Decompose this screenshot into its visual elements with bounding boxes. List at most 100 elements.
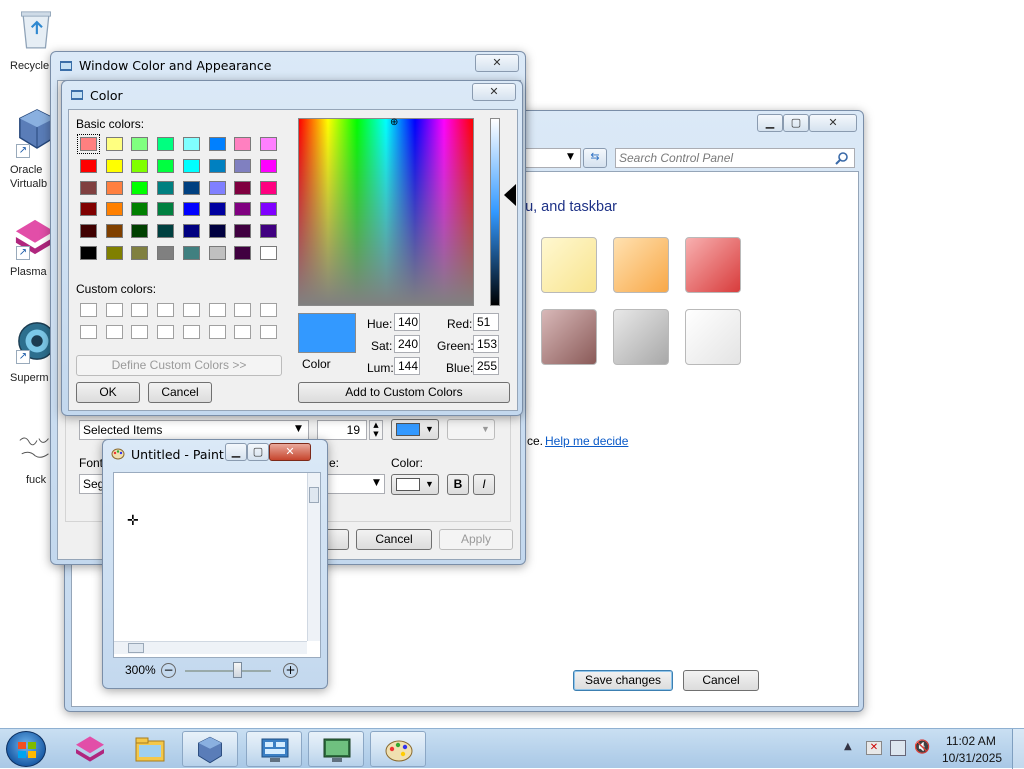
search-input[interactable]: Search Control Panel xyxy=(615,148,855,168)
custom-color-swatch[interactable] xyxy=(234,303,252,317)
custom-color-swatch[interactable] xyxy=(208,325,226,339)
basic-color-swatch[interactable] xyxy=(208,158,226,173)
zoom-slider-track[interactable] xyxy=(185,670,271,672)
taskbar-explorer[interactable] xyxy=(122,731,178,767)
basic-color-swatch[interactable] xyxy=(105,180,123,195)
search-icon[interactable] xyxy=(835,151,849,165)
green-input[interactable]: 153 xyxy=(473,335,499,353)
basic-color-swatch[interactable] xyxy=(131,246,149,260)
basic-color-swatch[interactable] xyxy=(77,134,100,154)
zoom-in-icon[interactable]: + xyxy=(283,663,298,678)
show-desktop-button[interactable] xyxy=(1012,729,1024,769)
scroll-thumb[interactable] xyxy=(309,487,319,503)
theme-tile-orange[interactable] xyxy=(613,237,669,293)
define-custom-colors-button[interactable]: Define Custom Colors >> xyxy=(76,355,282,376)
basic-color-swatch[interactable] xyxy=(259,246,277,260)
minimize-button[interactable]: ▁ xyxy=(225,443,247,461)
red-input[interactable]: 51 xyxy=(473,313,499,331)
custom-color-swatch[interactable] xyxy=(105,325,123,339)
basic-color-swatch[interactable] xyxy=(182,246,200,260)
custom-color-swatch[interactable] xyxy=(259,303,277,317)
theme-tile-brown[interactable] xyxy=(541,309,597,365)
basic-color-swatch[interactable] xyxy=(105,224,123,239)
maximize-button[interactable]: ▢ xyxy=(247,443,269,461)
font-color-picker[interactable]: ▼ xyxy=(391,474,439,495)
volume-muted-icon[interactable]: 🔇 xyxy=(914,740,930,755)
basic-color-swatch[interactable] xyxy=(208,137,226,151)
theme-tile-yellow[interactable] xyxy=(541,237,597,293)
maximize-button[interactable]: ▢ xyxy=(783,114,809,132)
close-button[interactable]: ✕ xyxy=(475,54,519,72)
basic-color-swatch[interactable] xyxy=(80,246,97,260)
basic-color-swatch[interactable] xyxy=(234,137,252,151)
color-spectrum[interactable] xyxy=(298,118,474,306)
refresh-button[interactable]: ⇆ xyxy=(583,148,607,168)
italic-button[interactable]: I xyxy=(473,474,495,495)
lum-input[interactable]: 144 xyxy=(394,357,420,375)
item-select[interactable]: Selected Items xyxy=(79,420,309,440)
custom-color-swatch[interactable] xyxy=(234,325,252,339)
item-select-arrow-icon[interactable]: ▼ xyxy=(295,424,302,434)
basic-color-swatch[interactable] xyxy=(234,202,252,217)
custom-color-swatch[interactable] xyxy=(131,325,149,339)
basic-color-swatch[interactable] xyxy=(182,137,200,151)
clock-date[interactable]: 10/31/2025 xyxy=(942,751,1002,765)
basic-color-swatch[interactable] xyxy=(234,158,252,173)
spectrum-crosshair-icon[interactable]: ⊕ xyxy=(390,118,402,128)
hue-input[interactable]: 140 xyxy=(394,313,420,331)
show-hidden-icons-button[interactable]: ▲ xyxy=(844,741,852,752)
appearance-cancel-button[interactable]: Cancel xyxy=(356,529,432,550)
color-cancel-button[interactable]: Cancel xyxy=(148,382,212,403)
theme-tile-white[interactable] xyxy=(685,309,741,365)
basic-color-swatch[interactable] xyxy=(105,158,123,173)
custom-color-swatch[interactable] xyxy=(105,303,123,317)
help-me-decide-link[interactable]: Help me decide xyxy=(545,434,628,448)
basic-color-swatch[interactable] xyxy=(105,137,123,151)
basic-color-swatch[interactable] xyxy=(234,224,252,239)
scroll-thumb[interactable] xyxy=(128,643,144,653)
network-icon[interactable] xyxy=(890,740,906,756)
basic-color-swatch[interactable] xyxy=(182,158,200,173)
cancel-button[interactable]: Cancel xyxy=(683,670,759,691)
basic-color-swatch[interactable] xyxy=(131,202,149,217)
custom-color-swatch[interactable] xyxy=(157,325,175,339)
custom-color-swatch[interactable] xyxy=(182,303,200,317)
vertical-scrollbar[interactable] xyxy=(307,473,320,641)
basic-color-swatch[interactable] xyxy=(208,246,226,260)
zoom-out-icon[interactable]: − xyxy=(161,663,176,678)
close-button[interactable]: ✕ xyxy=(809,114,857,132)
basic-color-swatch[interactable] xyxy=(80,224,97,239)
minimize-button[interactable]: ▁ xyxy=(757,114,783,132)
action-center-icon[interactable]: ✕ xyxy=(866,741,882,755)
basic-color-swatch[interactable] xyxy=(157,202,175,217)
close-button[interactable]: ✕ xyxy=(269,443,311,461)
color2-picker[interactable]: ▼ xyxy=(447,419,495,440)
basic-color-swatch[interactable] xyxy=(208,180,226,195)
basic-color-swatch[interactable] xyxy=(80,202,97,217)
bold-button[interactable]: B xyxy=(447,474,469,495)
custom-color-swatch[interactable] xyxy=(259,325,277,339)
basic-color-swatch[interactable] xyxy=(259,137,277,151)
taskbar-control-panel[interactable] xyxy=(246,731,302,767)
basic-color-swatch[interactable] xyxy=(157,137,175,151)
luminance-arrow-icon[interactable] xyxy=(504,184,516,206)
start-button[interactable] xyxy=(6,731,46,767)
color-ok-button[interactable]: OK xyxy=(76,382,140,403)
basic-color-swatch[interactable] xyxy=(259,224,277,239)
add-to-custom-colors-button[interactable]: Add to Custom Colors xyxy=(298,382,510,403)
basic-color-swatch[interactable] xyxy=(182,180,200,195)
basic-color-swatch[interactable] xyxy=(234,180,252,195)
basic-color-swatch[interactable] xyxy=(208,202,226,217)
sat-input[interactable]: 240 xyxy=(394,335,420,353)
custom-color-swatch[interactable] xyxy=(80,303,97,317)
basic-color-swatch[interactable] xyxy=(182,224,200,239)
custom-color-swatch[interactable] xyxy=(208,303,226,317)
basic-color-swatch[interactable] xyxy=(80,158,97,173)
basic-color-swatch[interactable] xyxy=(157,224,175,239)
basic-color-swatch[interactable] xyxy=(131,180,149,195)
basic-color-swatch[interactable] xyxy=(105,202,123,217)
theme-tile-red[interactable] xyxy=(685,237,741,293)
font-size-arrow-icon[interactable]: ▼ xyxy=(373,478,380,488)
clock-time[interactable]: 11:02 AM xyxy=(946,734,996,748)
close-button[interactable]: ✕ xyxy=(472,83,516,101)
